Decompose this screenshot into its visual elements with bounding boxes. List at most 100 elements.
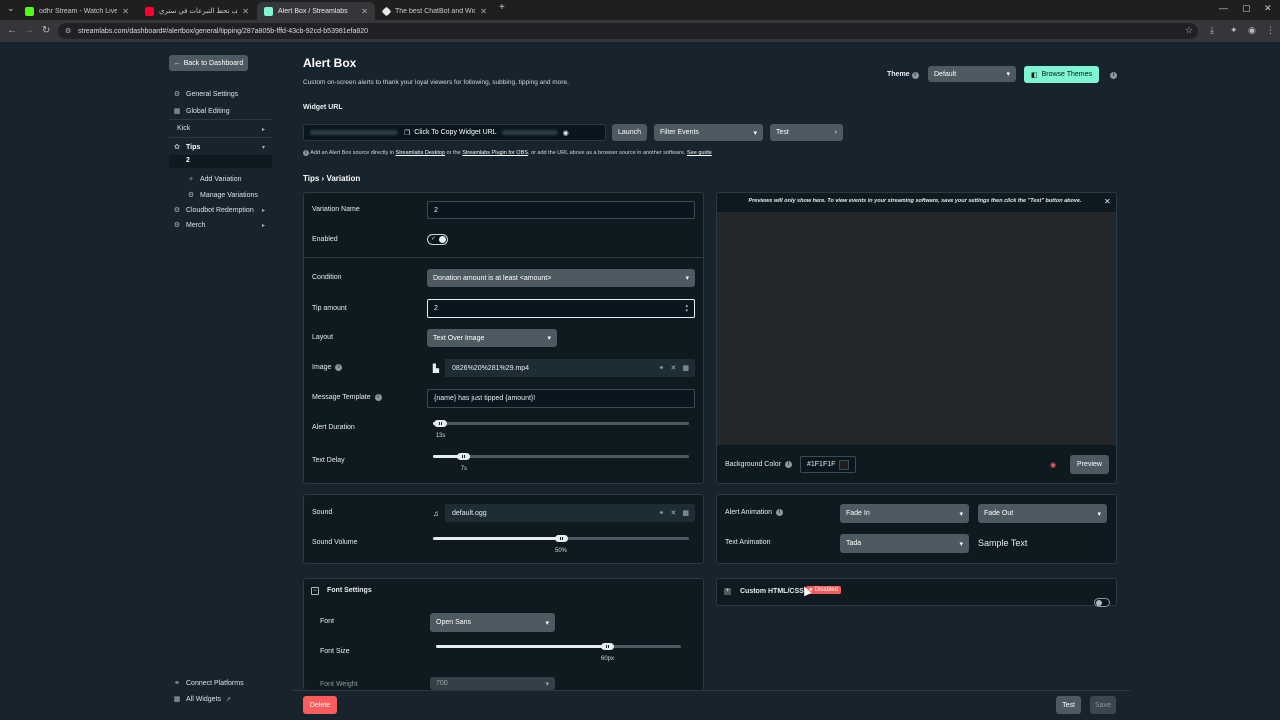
sidebar-item-merch[interactable]: ⚙ Merch — [173, 221, 206, 230]
browser-tab-kick[interactable]: odhr Stream - Watch Live on K ✕ — [18, 2, 136, 20]
close-tab-icon[interactable]: ✕ — [242, 7, 249, 16]
extensions-icon[interactable]: ✦ — [1230, 25, 1238, 36]
filter-events-select[interactable]: Filter Events ▾ — [654, 124, 763, 141]
close-tab-icon[interactable]: ✕ — [480, 7, 487, 16]
info-icon[interactable]: i — [374, 394, 382, 401]
sidebar-item-general-settings[interactable]: ⚙ General Settings — [173, 90, 238, 99]
address-bar[interactable]: streamlabs.com/dashboard#/alertbox/gener… — [58, 23, 1198, 39]
message-template-input[interactable]: {name} has just tipped {amount}! — [427, 389, 695, 408]
launch-button[interactable]: Launch — [612, 124, 647, 141]
font-select[interactable]: Open Sans ▾ — [430, 613, 555, 632]
close-notice-icon[interactable]: ✕ — [1104, 197, 1111, 206]
image-file-picker[interactable]: ▙ 0826%20%281%29.mp4 ⚭ ✕ ▦ — [427, 359, 695, 377]
sidebar-item-label: Global Editing — [186, 107, 230, 115]
site-info-icon[interactable]: ⚙ — [65, 27, 71, 35]
obs-plugin-link[interactable]: Streamlabs Plugin for OBS — [462, 150, 528, 156]
alert-duration-slider[interactable] — [433, 422, 689, 425]
download-icon[interactable]: ⤓ — [1210, 25, 1214, 36]
save-button[interactable]: Save — [1090, 696, 1116, 714]
sidebar-item-global-editing[interactable]: ▦ Global Editing — [173, 107, 230, 116]
delete-button[interactable]: Delete — [303, 696, 337, 714]
sound-volume-handle[interactable] — [554, 535, 568, 542]
sound-volume-label: Sound Volume — [312, 539, 358, 546]
toggle-knob — [439, 236, 446, 243]
layout-label: Layout — [312, 334, 334, 341]
connect-platforms-link[interactable]: ⚭ Connect Platforms — [173, 679, 244, 688]
copy-url-label: Click To Copy Widget URL — [414, 129, 497, 136]
number-stepper[interactable]: ▴ ▾ — [685, 303, 688, 314]
info-icon[interactable]: i — [911, 72, 919, 79]
custom-html-toggle[interactable] — [1094, 598, 1110, 607]
expand-icon[interactable]: + — [724, 588, 731, 595]
breadcrumb-separator: › — [321, 174, 325, 183]
preview-button[interactable]: Preview — [1070, 455, 1109, 474]
browser-menu-icon[interactable]: ⋮ — [1266, 25, 1275, 36]
sound-file-picker[interactable]: ♫ default.ogg ⚭ ✕ ▦ — [427, 504, 695, 522]
sidebar-item-kick[interactable]: Kick — [177, 125, 190, 132]
text-delay-slider[interactable] — [433, 455, 689, 458]
alert-animation-in-select[interactable]: Fade In ▾ — [840, 504, 969, 523]
minimize-icon[interactable]: — — [1219, 3, 1228, 13]
browser-tab-streamlabs[interactable]: Alert Box / Streamlabs ✕ — [257, 2, 375, 20]
new-tab-button[interactable]: + — [499, 2, 505, 13]
sidebar-item-variation-2[interactable]: 2 — [186, 157, 190, 164]
info-icon[interactable]: i — [335, 364, 343, 371]
forward-arrow-icon[interactable]: → — [24, 25, 34, 36]
tip-amount-label: Tip amount — [312, 305, 347, 312]
link-icon[interactable]: ⚭ — [659, 509, 665, 517]
sidebar-item-cloudbot-redemption[interactable]: ⚙ Cloudbot Redemption — [173, 206, 254, 215]
variation-name-value: 2 — [434, 206, 438, 214]
theme-select[interactable]: Default ▾ — [928, 66, 1016, 82]
color-swatch[interactable] — [839, 459, 849, 470]
sidebar-item-manage-variations[interactable]: ⚙ Manage Variations — [187, 191, 258, 200]
back-to-dashboard-button[interactable]: ← Back to Dashboard — [169, 55, 248, 71]
eye-icon[interactable]: ◉ — [563, 129, 569, 137]
streamlabs-desktop-link[interactable]: Streamlabs Desktop — [396, 150, 446, 156]
test-button[interactable]: Test — [1056, 696, 1081, 714]
font-weight-select[interactable]: 700 ▾ — [430, 677, 555, 690]
remove-icon[interactable]: ✕ — [671, 509, 677, 517]
sidebar-item-add-variation[interactable]: + Add Variation — [187, 176, 242, 183]
alert-duration-handle[interactable] — [434, 420, 448, 427]
font-size-fill — [436, 645, 608, 648]
grid-icon[interactable]: ▦ — [682, 509, 689, 517]
breadcrumb-parent[interactable]: Tips — [303, 174, 319, 183]
collapse-icon[interactable]: − — [311, 587, 319, 595]
tab-search-icon[interactable]: ⌄ — [7, 3, 15, 14]
text-delay-handle[interactable] — [457, 453, 471, 460]
back-arrow-icon[interactable]: ← — [7, 25, 17, 36]
browser-tab-youtube[interactable]: شرح كيف تحط التبرعات في ستري ✕ — [138, 2, 256, 20]
bookmark-star-icon[interactable]: ☆ — [1185, 25, 1193, 36]
font-settings-panel — [303, 578, 704, 690]
profile-icon[interactable]: ◉ — [1248, 25, 1256, 36]
test-event-button[interactable]: Test › — [770, 124, 843, 141]
grid-icon[interactable]: ▦ — [682, 364, 689, 372]
sidebar-item-label: Manage Variations — [200, 191, 258, 199]
condition-select[interactable]: Donation amount is at least <amount> ▾ — [427, 269, 695, 287]
help-icon[interactable]: i — [1110, 71, 1117, 79]
close-tab-icon[interactable]: ✕ — [361, 7, 368, 16]
info-icon[interactable]: i — [776, 509, 784, 516]
browser-tab-chatbot[interactable]: The best ChatBot and Widgets ✕ — [376, 2, 494, 20]
alert-animation-out-select[interactable]: Fade Out ▾ — [978, 504, 1107, 523]
remove-icon[interactable]: ✕ — [671, 364, 677, 372]
variation-name-input[interactable]: 2 — [427, 201, 695, 219]
panel-divider — [304, 257, 703, 258]
font-size-handle[interactable] — [601, 643, 614, 650]
link-icon[interactable]: ⚭ — [659, 364, 665, 372]
sidebar-item-tips[interactable]: ✿ Tips — [173, 143, 200, 152]
widget-url-field[interactable]: ❐ Click To Copy Widget URL ◉ — [303, 124, 606, 141]
info-icon[interactable]: i — [785, 461, 793, 468]
reload-icon[interactable]: ↻ — [42, 25, 50, 36]
tip-amount-input[interactable]: 2 ▴ ▾ — [427, 299, 695, 318]
maximize-icon[interactable]: ▢ — [1242, 3, 1251, 14]
close-window-icon[interactable]: ✕ — [1264, 3, 1272, 14]
layout-select[interactable]: Text Over Image ▾ — [427, 329, 557, 347]
background-color-input[interactable]: #1F1F1F — [800, 456, 856, 473]
close-tab-icon[interactable]: ✕ — [122, 7, 129, 16]
all-widgets-link[interactable]: ▦ All Widgets ↗ — [173, 695, 231, 704]
enabled-toggle[interactable]: ✓ — [427, 234, 448, 245]
text-animation-select[interactable]: Tada ▾ — [840, 534, 969, 553]
see-guide-link[interactable]: See guide — [687, 150, 712, 156]
browse-themes-button[interactable]: ◧ Browse Themes — [1024, 66, 1099, 83]
